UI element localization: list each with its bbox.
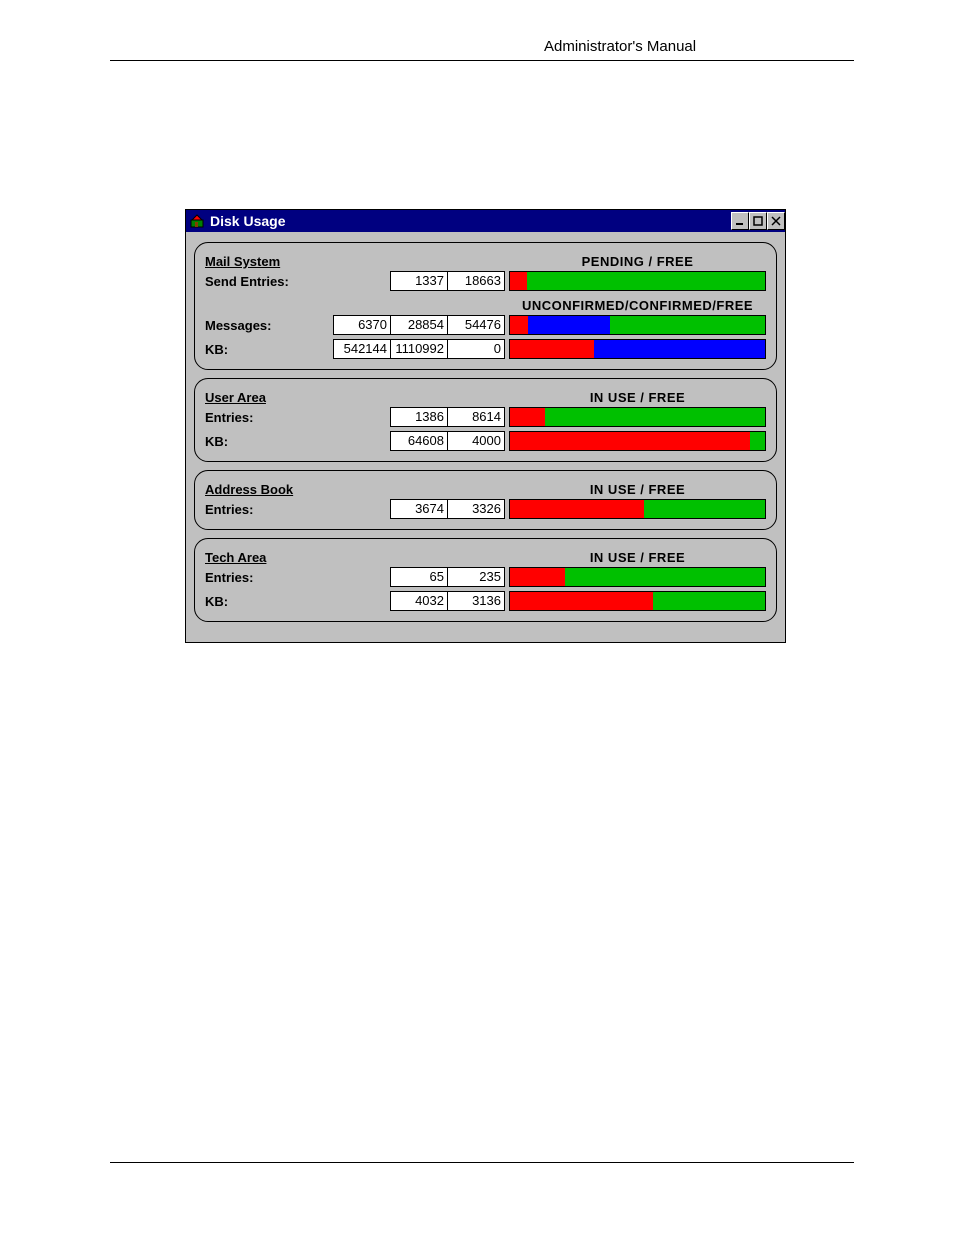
bar-segment-red [510,568,565,586]
page-header: Administrator's Manual [544,38,696,55]
address-book-title: Address Book [205,482,325,497]
tech-kb-val-0: 4032 [390,591,448,611]
user-kb-val-0: 64608 [390,431,448,451]
minimize-button[interactable] [731,212,749,230]
disk-usage-window: Disk Usage Mail System PENDING [185,209,786,643]
footer-rule [110,1162,854,1163]
bar-segment-green [565,568,765,586]
mail-kb-val-0: 542144 [333,339,391,359]
window-buttons [731,212,785,230]
mail-messages-bar [509,315,766,335]
mail-messages-row: Messages: 6370 28854 54476 [205,313,766,337]
bar-segment-red [510,500,644,518]
bar-segment-red [510,272,527,290]
mail-messages-val-0: 6370 [333,315,391,335]
addr-entries-val-0: 3674 [390,499,448,519]
mail-send-entries-bar [509,271,766,291]
client-area: Mail System PENDING / FREE Send Entries:… [186,232,785,642]
tech-entries-row: Entries: 65 235 [205,565,766,589]
legend-inuse-free-addr: IN USE / FREE [509,482,766,497]
bar-segment-green [750,432,765,450]
bar-segment-green [644,500,765,518]
user-area-title: User Area [205,390,325,405]
user-area-panel: User Area IN USE / FREE Entries: 1386 86… [194,378,777,462]
legend-inuse-free-user: IN USE / FREE [509,390,766,405]
addr-entries-bar [509,499,766,519]
addr-entries-label: Entries: [205,502,325,517]
bar-segment-red [510,408,545,426]
tech-kb-bar [509,591,766,611]
tech-area-title: Tech Area [205,550,325,565]
tech-kb-row: KB: 4032 3136 [205,589,766,613]
legend-inuse-free-tech: IN USE / FREE [509,550,766,565]
user-entries-val-0: 1386 [390,407,448,427]
user-entries-val-1: 8614 [447,407,505,427]
user-kb-row: KB: 64608 4000 [205,429,766,453]
app-icon[interactable] [188,212,206,230]
maximize-button[interactable] [749,212,767,230]
mail-send-entries-row: Send Entries: 1337 18663 [205,269,766,293]
close-button[interactable] [767,212,785,230]
mail-kb-bar [509,339,766,359]
tech-entries-val-1: 235 [447,567,505,587]
bar-segment-red [510,432,750,450]
legend-ucf: UNCONFIRMED/CONFIRMED/FREE [509,298,766,313]
tech-kb-label: KB: [205,594,325,609]
header-rule [110,60,854,61]
mail-system-panel: Mail System PENDING / FREE Send Entries:… [194,242,777,370]
legend-pending-free: PENDING / FREE [509,254,766,269]
bar-segment-red [510,316,528,334]
tech-entries-val-0: 65 [390,567,448,587]
mail-messages-label: Messages: [205,318,325,333]
user-entries-label: Entries: [205,410,325,425]
mail-kb-val-2: 0 [447,339,505,359]
user-kb-label: KB: [205,434,325,449]
bar-segment-red [510,592,653,610]
bar-segment-green [527,272,765,290]
bar-segment-green [610,316,765,334]
titlebar[interactable]: Disk Usage [186,210,785,232]
user-entries-bar [509,407,766,427]
user-entries-row: Entries: 1386 8614 [205,405,766,429]
tech-entries-label: Entries: [205,570,325,585]
user-kb-val-1: 4000 [447,431,505,451]
mail-system-title: Mail System [205,254,325,269]
mail-messages-val-1: 28854 [390,315,448,335]
address-book-panel: Address Book IN USE / FREE Entries: 3674… [194,470,777,530]
mail-send-entries-val-1: 18663 [447,271,505,291]
bar-segment-green [653,592,765,610]
addr-entries-val-1: 3326 [447,499,505,519]
bar-segment-green [545,408,765,426]
tech-kb-val-1: 3136 [447,591,505,611]
addr-entries-row: Entries: 3674 3326 [205,497,766,521]
mail-kb-row: KB: 542144 1110992 0 [205,337,766,361]
mail-kb-label: KB: [205,342,325,357]
user-kb-bar [509,431,766,451]
tech-entries-bar [509,567,766,587]
mail-send-entries-label: Send Entries: [205,274,325,289]
bar-segment-blue [594,340,765,358]
window-title: Disk Usage [210,213,731,229]
mail-send-entries-val-0: 1337 [390,271,448,291]
bar-segment-red [510,340,594,358]
mail-messages-val-2: 54476 [447,315,505,335]
mail-kb-val-1: 1110992 [390,339,448,359]
tech-area-panel: Tech Area IN USE / FREE Entries: 65 235 … [194,538,777,622]
bar-segment-blue [528,316,610,334]
